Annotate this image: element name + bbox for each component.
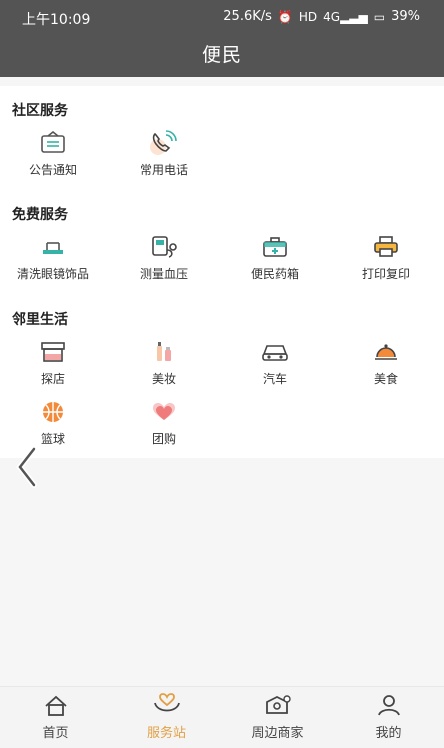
- item-label: 清洗眼镜饰品: [16, 267, 89, 281]
- signal-icon: 4G▂▃▅: [323, 9, 368, 24]
- printer-icon: [370, 233, 402, 261]
- item-shop[interactable]: 探店: [3, 338, 103, 398]
- shop-icon: [37, 338, 69, 366]
- home-icon: [0, 693, 111, 719]
- car-icon: [259, 338, 291, 366]
- item-label: 汽车: [262, 372, 287, 386]
- nav-label: 周边商家: [251, 726, 304, 741]
- item-label: 打印复印: [361, 267, 410, 281]
- status-right: 25.6K/s ⏰ HD 4G▂▃▅ ▭ 39%: [223, 9, 420, 24]
- item-car[interactable]: 汽车: [225, 338, 325, 398]
- item-label: 美妆: [151, 372, 176, 386]
- battery-level: 39%: [391, 9, 420, 24]
- item-notice[interactable]: 公告通知: [3, 129, 103, 189]
- item-label: 便民药箱: [250, 267, 299, 281]
- item-glasses-clean[interactable]: 清洗眼镜饰品: [3, 233, 103, 293]
- nav-label: 服务站: [146, 726, 186, 741]
- item-label: 常用电话: [139, 163, 188, 177]
- item-label: 美食: [373, 372, 398, 386]
- page-title: 便民: [201, 44, 242, 66]
- section-community-title: 社区服务: [12, 103, 68, 119]
- top-bar: 上午10:09 25.6K/s ⏰ HD 4G▂▃▅ ▭ 39% 便民: [0, 0, 444, 77]
- section-neighborhood-title: 邻里生活: [12, 312, 68, 328]
- nav-service-station[interactable]: 服务站: [111, 693, 222, 741]
- status-bar: 上午10:09 25.6K/s ⏰ HD 4G▂▃▅ ▭ 39%: [0, 0, 444, 34]
- food-icon: [370, 338, 402, 366]
- nav-label: 首页: [42, 726, 69, 741]
- item-blood-pressure[interactable]: 测量血压: [114, 233, 214, 293]
- alarm-icon: ⏰: [277, 9, 293, 24]
- blood-pressure-icon: [148, 233, 180, 261]
- nav-label: 我的: [375, 726, 402, 741]
- basketball-icon: [37, 398, 69, 426]
- status-time: 上午10:09: [22, 12, 91, 28]
- phone-icon: [148, 129, 180, 157]
- bottom-nav: 首页 服务站 周边商家 我的: [0, 686, 444, 748]
- cosmetics-icon: [148, 338, 180, 366]
- hd-icon: HD: [298, 9, 318, 24]
- item-phone[interactable]: 常用电话: [114, 129, 214, 189]
- item-label: 团购: [151, 432, 176, 446]
- battery-icon: ▭: [373, 9, 386, 24]
- services-panel: 社区服务 公告通知 常用电话 免费服务 清洗眼镜饰品 测量血压 便民药箱 打印复…: [0, 86, 444, 488]
- item-label: 公告通知: [28, 163, 77, 177]
- nav-nearby-shops[interactable]: 周边商家: [222, 693, 333, 741]
- notice-icon: [37, 129, 69, 157]
- item-printer[interactable]: 打印复印: [336, 233, 436, 293]
- medicine-box-icon: [259, 233, 291, 261]
- item-group-buy[interactable]: 团购: [114, 398, 214, 458]
- item-medicine-box[interactable]: 便民药箱: [225, 233, 325, 293]
- nearby-shops-icon: [222, 693, 333, 719]
- group-buy-icon: [148, 398, 180, 426]
- item-label: 测量血压: [139, 267, 188, 281]
- item-label: 探店: [40, 372, 65, 386]
- nav-home[interactable]: 首页: [0, 693, 111, 741]
- section-free-title: 免费服务: [12, 207, 68, 223]
- item-food[interactable]: 美食: [336, 338, 436, 398]
- nav-profile[interactable]: 我的: [333, 693, 444, 741]
- service-station-icon: [111, 693, 222, 719]
- glasses-clean-icon: [37, 233, 69, 261]
- network-speed: 25.6K/s: [223, 9, 272, 24]
- item-cosmetics[interactable]: 美妆: [114, 338, 214, 398]
- back-chevron-icon[interactable]: [10, 443, 46, 491]
- profile-icon: [333, 693, 444, 719]
